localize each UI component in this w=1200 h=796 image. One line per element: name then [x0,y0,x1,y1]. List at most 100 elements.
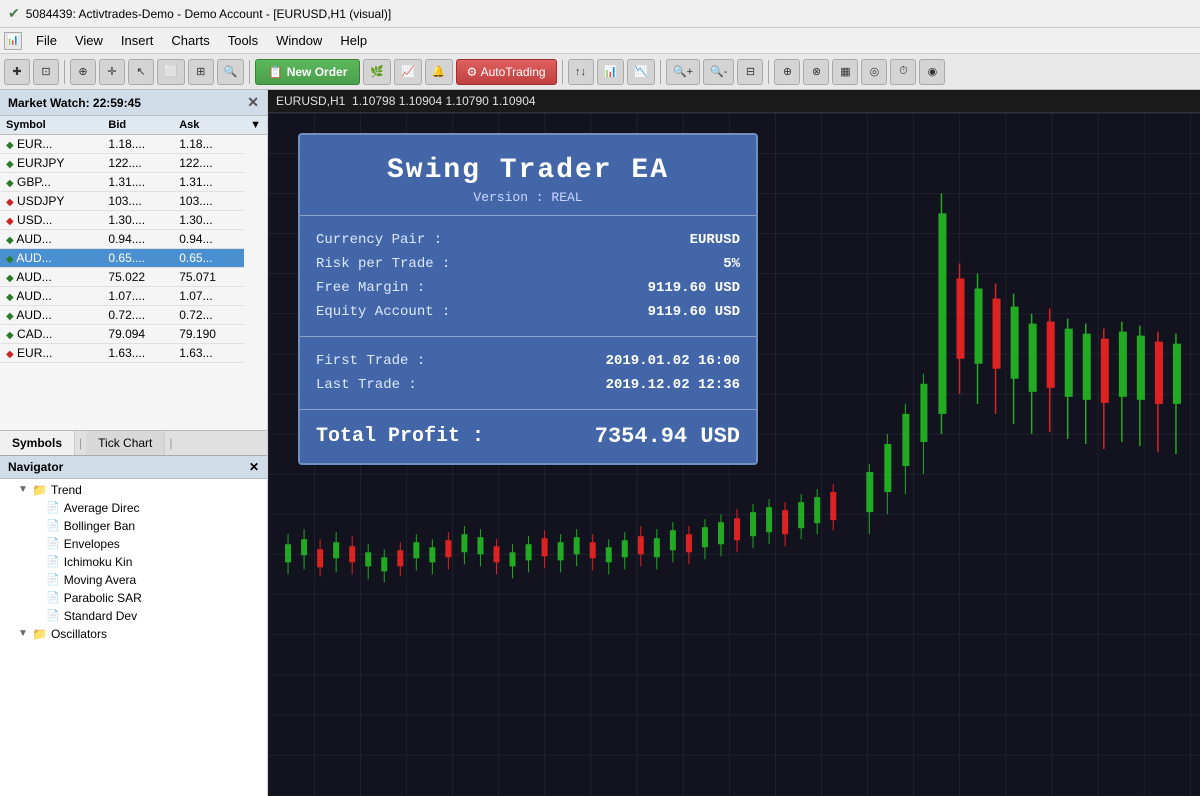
ea-row-label: Equity Account : [316,304,450,320]
market-row-ask: 75.071 [173,268,244,287]
market-row[interactable]: ◆ USD... 1.30.... 1.30... [0,211,267,230]
toolbar-chart-2[interactable]: 📊 [597,59,625,85]
market-row[interactable]: ◆ AUD... 0.94.... 0.94... [0,230,267,249]
menu-file[interactable]: File [28,31,65,50]
ea-trade-row: Last Trade : 2019.12.02 12:36 [316,373,740,397]
nav-tree-item[interactable]: 📄 Standard Dev [0,607,267,625]
toolbar-btn-arrow[interactable]: ↖ [128,59,154,85]
chart-area[interactable]: EURUSD,H1 1.10798 1.10904 1.10790 1.1090… [268,90,1200,796]
expand-spacer [32,574,46,585]
toolbar-btn-rect[interactable]: ⬜ [157,59,185,85]
ea-profit-row: Total Profit : 7354.94 USD [316,424,740,449]
expand-icon: ▼ [18,628,32,639]
market-row[interactable]: ◆ AUD... 75.022 75.071 [0,268,267,287]
indicator-icon: 📄 [46,537,60,550]
toolbar-chart-1[interactable]: ↑↓ [568,59,594,85]
chart-header: EURUSD,H1 1.10798 1.10904 1.10790 1.1090… [268,90,1200,113]
toolbar-sep-5 [768,60,769,84]
market-row[interactable]: ◆ EURJPY 122.... 122.... [0,154,267,173]
direction-icon: ◆ [6,140,14,151]
menu-help[interactable]: Help [332,31,375,50]
nav-tree-item[interactable]: 📄 Ichimoku Kin [0,553,267,571]
toolbar-btn-3[interactable]: ⊕ [70,59,96,85]
market-row[interactable]: ◆ EUR... 1.18.... 1.18... [0,135,267,154]
nav-tree-item[interactable]: 📄 Bollinger Ban [0,517,267,535]
market-row-symbol: ◆ AUD... [0,287,102,306]
expand-spacer [32,610,46,621]
toolbar-btn-6[interactable]: 📈 [394,59,422,85]
toolbar-btn-7[interactable]: 🔔 [425,59,453,85]
market-row-ask: 0.72... [173,306,244,325]
direction-icon: ◆ [6,197,14,208]
market-row-bid: 122.... [102,154,173,173]
toolbar-btn-crosshair[interactable]: ✛ [99,59,125,85]
market-row-bid: 1.07.... [102,287,173,306]
toolbar-btn-11[interactable]: ▦ [832,59,858,85]
toolbar-btn-clock[interactable]: ⏱ [890,59,916,85]
market-watch-title: Market Watch: 22:59:45 [8,96,141,110]
market-watch-table: Symbol Bid Ask ▼ ◆ EUR... 1.18.... 1.18.… [0,116,267,363]
direction-icon: ◆ [6,178,14,189]
toolbar-btn-5[interactable]: 🌿 [363,59,391,85]
direction-icon: ◆ [6,349,14,360]
auto-trading-icon: ⚙ [467,65,478,79]
toolbar-zoom-out[interactable]: 🔍- [703,59,734,85]
ea-row-value: 9119.60 USD [648,280,740,296]
nav-tree-item[interactable]: 📄 Moving Avera [0,571,267,589]
toolbar-zoom-in[interactable]: 🔍+ [666,59,700,85]
toolbar-btn-zoom[interactable]: 🔍 [217,59,245,85]
market-row[interactable]: ◆ AUD... 0.65.... 0.65... [0,249,267,268]
nav-tree-item[interactable]: ▼ 📁 Oscillators [0,625,267,643]
title-text: 5084439: Activtrades-Demo - Demo Account… [26,7,391,21]
nav-item-label: Trend [51,483,82,497]
market-row-symbol: ◆ AUD... [0,268,102,287]
toolbar-btn-10[interactable]: ⊗ [803,59,829,85]
ea-profit-section: Total Profit : 7354.94 USD [300,410,756,463]
toolbar-btn-grid[interactable]: ⊞ [188,59,214,85]
ea-trade-label: First Trade : [316,353,425,369]
new-order-button[interactable]: 📋 New Order [255,59,360,85]
market-row[interactable]: ◆ GBP... 1.31.... 1.31... [0,173,267,192]
menu-insert[interactable]: Insert [113,31,162,50]
tab-symbols[interactable]: Symbols [0,431,75,455]
market-row-symbol: ◆ AUD... [0,230,102,249]
ea-info-row: Equity Account : 9119.60 USD [316,300,740,324]
expand-spacer [32,502,46,513]
menu-view[interactable]: View [67,31,111,50]
toolbar-chart-3[interactable]: 📉 [627,59,655,85]
nav-tree-item[interactable]: 📄 Envelopes [0,535,267,553]
toolbar-btn-12[interactable]: ◎ [861,59,887,85]
toolbar-btn-last[interactable]: ◉ [919,59,945,85]
toolbar-btn-2[interactable]: ⊡ [33,59,59,85]
market-row[interactable]: ◆ AUD... 1.07.... 1.07... [0,287,267,306]
tab-tick-chart[interactable]: Tick Chart [86,431,165,455]
new-order-icon: 📋 [268,65,283,79]
nav-tree-item[interactable]: ▼ 📁 Trend [0,481,267,499]
folder-icon: 📁 [32,483,47,497]
folder-icon: 📁 [32,627,47,641]
expand-spacer [32,538,46,549]
navigator-close[interactable]: ✕ [249,460,259,474]
toolbar-sep-1 [64,60,65,84]
toolbar-btn-1[interactable]: ✚ [4,59,30,85]
col-symbol: Symbol [0,116,102,135]
toolbar-btn-9[interactable]: ⊕ [774,59,800,85]
navigator-content[interactable]: ▼ 📁 Trend 📄 Average Direc 📄 Bollinger Ba… [0,479,267,796]
toolbar-btn-8[interactable]: ⊟ [737,59,763,85]
market-row-bid: 1.18.... [102,135,173,154]
nav-tree-item[interactable]: 📄 Parabolic SAR [0,589,267,607]
nav-item-label: Moving Avera [64,573,137,587]
market-row[interactable]: ◆ AUD... 0.72.... 0.72... [0,306,267,325]
menu-charts[interactable]: Charts [163,31,217,50]
market-watch-table-container[interactable]: Symbol Bid Ask ▼ ◆ EUR... 1.18.... 1.18.… [0,116,267,430]
auto-trading-button[interactable]: ⚙ AutoTrading [456,59,557,85]
market-row-ask: 0.94... [173,230,244,249]
market-row[interactable]: ◆ USDJPY 103.... 103.... [0,192,267,211]
menu-window[interactable]: Window [268,31,330,50]
chart-canvas: Swing Trader EA Version : REAL Currency … [268,113,1200,795]
market-row[interactable]: ◆ CAD... 79.094 79.190 [0,325,267,344]
menu-tools[interactable]: Tools [220,31,266,50]
market-row[interactable]: ◆ EUR... 1.63.... 1.63... [0,344,267,363]
market-watch-close[interactable]: ✕ [247,94,259,111]
nav-tree-item[interactable]: 📄 Average Direc [0,499,267,517]
